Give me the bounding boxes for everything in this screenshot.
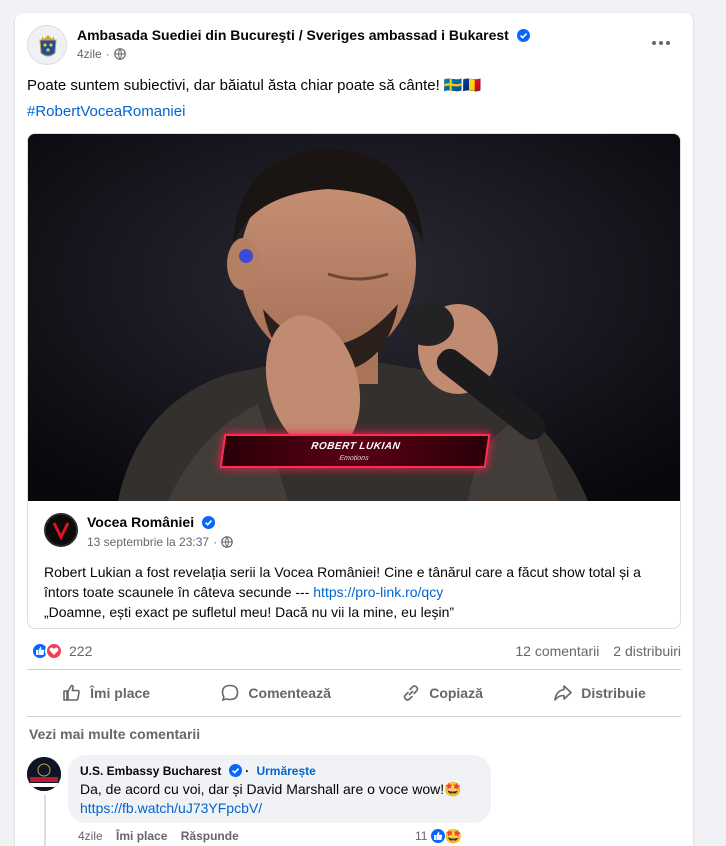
vocea-logo-icon <box>46 515 76 545</box>
embassy-seal-icon <box>27 757 61 791</box>
view-more-comments-link[interactable]: Vezi mai multe comentarii <box>29 726 200 742</box>
post-hashtag[interactable]: #RobertVoceaRomaniei <box>27 103 185 120</box>
love-reaction-icon <box>45 642 63 660</box>
comment-header-dot: · <box>245 764 253 778</box>
share-count[interactable]: 2 distribuiri <box>613 643 681 659</box>
comment-reactions[interactable]: 11 🤩 <box>415 827 462 845</box>
comment-actions: 4zile Îmi place Răspunde <box>78 829 249 843</box>
reaction-count[interactable]: 222 <box>69 643 92 659</box>
post-stats: 222 12 comentarii 2 distribuiri <box>27 640 681 662</box>
thumbs-up-icon <box>63 684 80 701</box>
follow-button[interactable]: Urmărește <box>256 764 315 778</box>
share-label: Distribuie <box>581 685 646 701</box>
divider <box>27 669 681 670</box>
verified-badge-icon <box>202 516 216 529</box>
post-author[interactable]: Ambasada Suediei din Bucureşti / Sverige… <box>77 27 530 43</box>
reactions-summary[interactable]: 222 <box>31 642 92 660</box>
engagement-counts: 12 comentarii 2 distribuiri <box>505 643 681 659</box>
more-options-button[interactable] <box>649 35 673 55</box>
comment-time[interactable]: 4zile <box>78 829 103 843</box>
copy-button[interactable]: Copiază <box>391 675 493 711</box>
song-name: Emotions <box>338 455 370 462</box>
post-meta: 4zile · <box>77 47 126 61</box>
globe-icon <box>113 48 126 60</box>
us-embassy-avatar[interactable] <box>27 757 61 791</box>
post-author-name[interactable]: Ambasada Suediei din Bucureşti / Sverige… <box>77 27 509 43</box>
verified-badge-icon <box>228 764 242 777</box>
singer-name: ROBERT LUKIAN <box>310 441 401 452</box>
comment-reply-button[interactable]: Răspunde <box>181 829 239 843</box>
shared-post[interactable]: ROBERT LUKIAN Emotions Vocea României 13… <box>27 133 681 629</box>
singer-name-banner: ROBERT LUKIAN Emotions <box>219 434 491 468</box>
shared-author-name[interactable]: Vocea României <box>87 514 194 530</box>
comment-bubble: U.S. Embassy Bucharest · Urmărește Da, d… <box>68 755 491 823</box>
like-label: Îmi place <box>90 685 151 701</box>
shared-author[interactable]: Vocea României <box>87 514 216 530</box>
shared-meta: 13 septembrie la 23:37 · <box>87 535 233 549</box>
comment-header: U.S. Embassy Bucharest · Urmărește <box>80 764 316 778</box>
divider <box>27 716 681 717</box>
shared-text-block: Robert Lukian a fost revelația serii la … <box>44 562 674 622</box>
globe-icon <box>221 536 233 548</box>
comment-label: Comentează <box>248 685 331 701</box>
like-button[interactable]: Îmi place <box>52 675 160 711</box>
post-actions: Îmi place Comentează Copiază Distribuie <box>27 675 681 711</box>
comment-link[interactable]: https://fb.watch/uJ73YFpcbV/ <box>80 800 262 816</box>
meta-dot: · <box>105 47 110 61</box>
post-header: Ambasada Suediei din Bucureşti / Sverige… <box>27 25 681 69</box>
comment-like-button[interactable]: Îmi place <box>116 829 167 843</box>
swedish-crest-icon <box>28 26 66 64</box>
comment-count[interactable]: 12 comentarii <box>515 643 599 659</box>
shared-time[interactable]: 13 septembrie la 23:37 <box>87 535 209 549</box>
comment-reaction-count: 11 <box>415 829 428 843</box>
more-horizontal-icon <box>652 41 670 45</box>
starstruck-reaction-icon: 🤩 <box>444 827 462 844</box>
shared-quote: „Doamne, ești exact pe sufletul meu! Dac… <box>44 604 455 620</box>
post-card: Ambasada Suediei din Bucureşti / Sverige… <box>15 13 693 846</box>
thread-line <box>44 795 46 846</box>
comment-icon <box>222 684 239 702</box>
page-avatar[interactable] <box>27 25 67 65</box>
vocea-romaniei-avatar[interactable] <box>44 513 78 547</box>
share-button[interactable]: Distribuie <box>543 675 656 711</box>
link-icon <box>403 685 419 701</box>
verified-badge-icon <box>516 29 530 42</box>
share-arrow-icon <box>554 685 573 701</box>
shared-link[interactable]: https://pro-link.ro/qcy <box>313 584 443 600</box>
post-time[interactable]: 4zile <box>77 47 102 61</box>
shared-video-thumbnail[interactable]: ROBERT LUKIAN Emotions <box>28 134 680 501</box>
copy-label: Copiază <box>429 685 483 701</box>
comment-button[interactable]: Comentează <box>210 675 340 711</box>
post-text: Poate suntem subiectivi, dar băiatul ăst… <box>27 77 482 94</box>
shared-post-body: Vocea României 13 septembrie la 23:37 · … <box>28 501 680 628</box>
shared-meta-dot: · <box>213 535 218 549</box>
comment-author[interactable]: U.S. Embassy Bucharest <box>80 764 221 778</box>
comment-text: Da, de acord cu voi, dar și David Marsha… <box>80 781 462 797</box>
